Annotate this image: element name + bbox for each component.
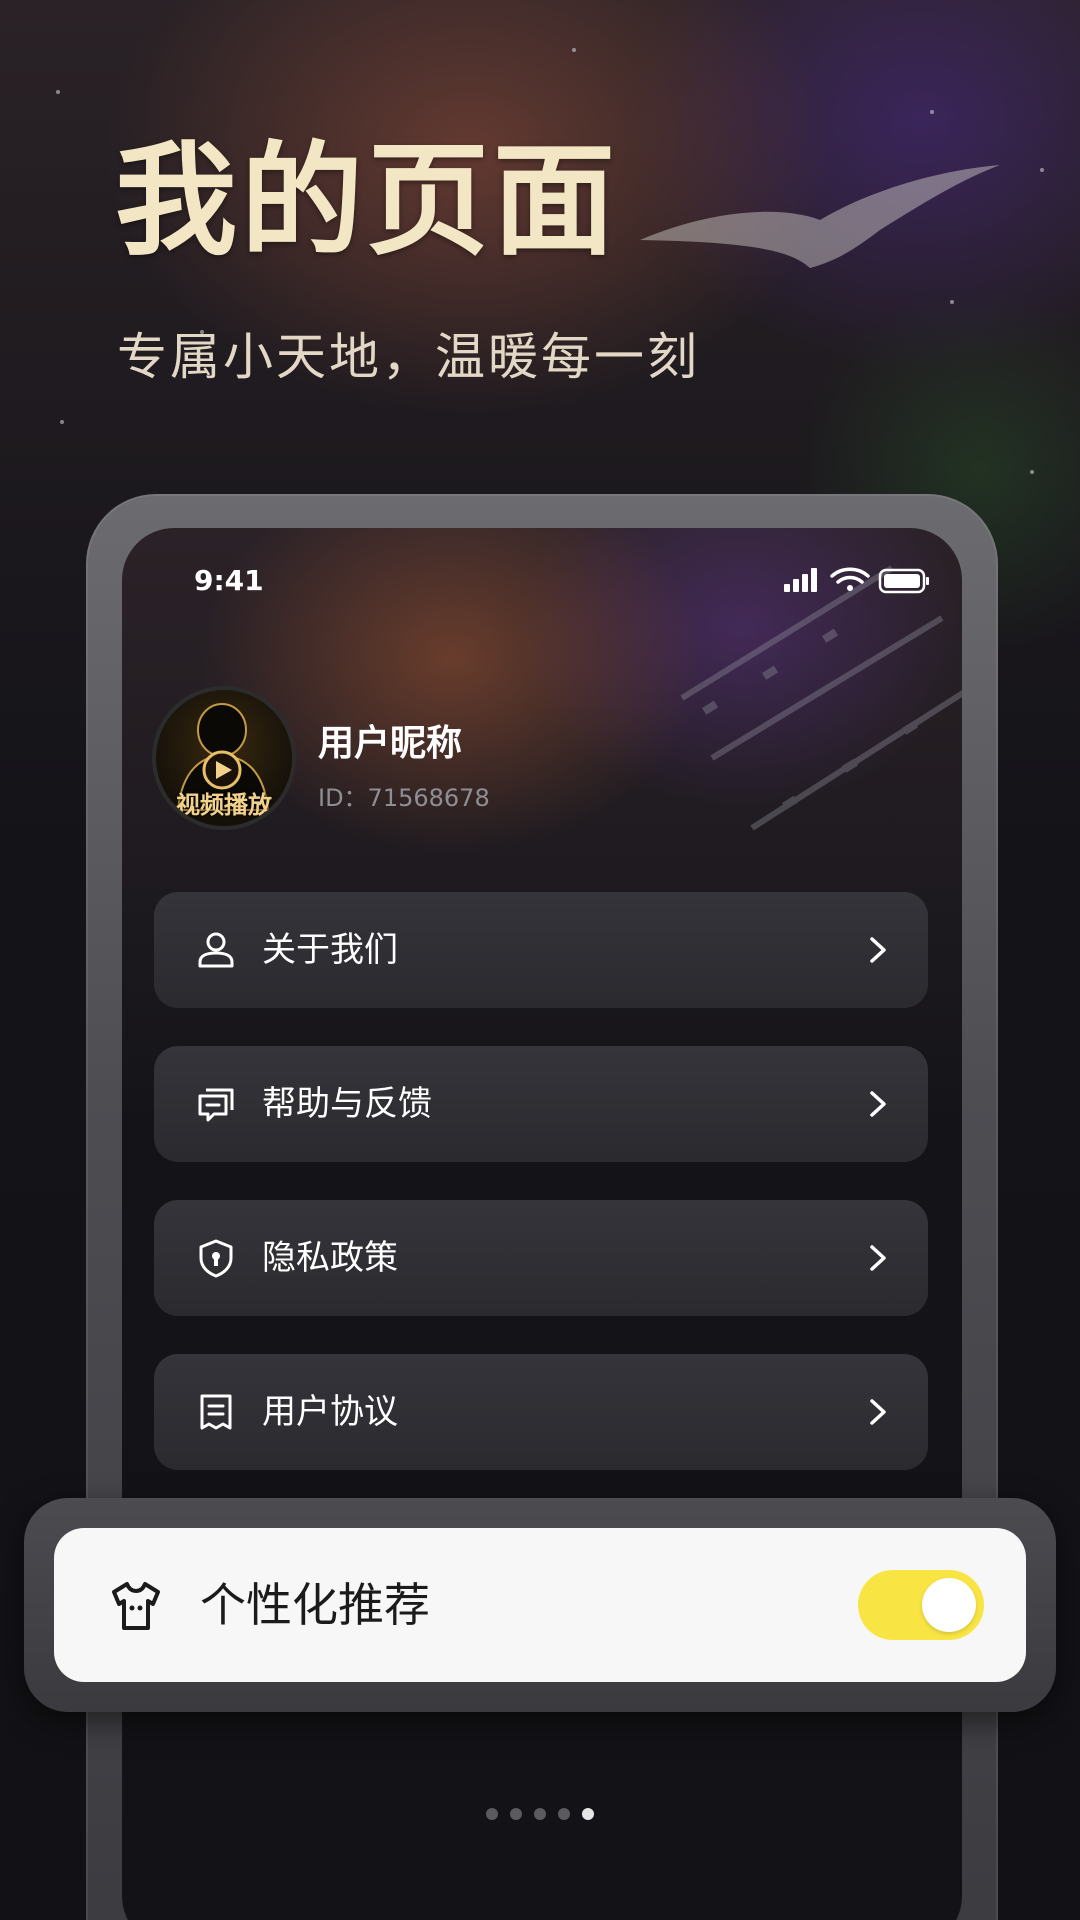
star-decoration <box>950 300 954 304</box>
chevron-right-icon <box>870 1091 886 1117</box>
personalized-recommendation-label: 个性化推荐 <box>200 1578 430 1632</box>
toggle-knob <box>922 1578 976 1632</box>
page-dot[interactable] <box>534 1808 546 1820</box>
page-indicator <box>486 1808 594 1822</box>
bird-decoration <box>640 165 1000 268</box>
wifi-icon <box>830 567 870 584</box>
menu-item-label: 关于我们 <box>262 930 398 970</box>
feedback-icon <box>198 1088 234 1122</box>
avatar-caption: 视频播放 <box>176 791 272 819</box>
menu-item-label: 隐私政策 <box>262 1238 398 1278</box>
shield-icon <box>199 1239 233 1278</box>
user-id: ID：71568678 <box>318 784 490 812</box>
menu-item-help-feedback[interactable]: 帮助与反馈 <box>154 1046 928 1162</box>
page-subtitle: 专属小天地，温暖每一刻 <box>117 328 700 386</box>
menu-item-user-agreement[interactable]: 用户协议 <box>154 1354 928 1470</box>
tshirt-icon <box>112 1582 160 1630</box>
battery-icon <box>878 568 929 594</box>
menu-item-label: 用户协议 <box>262 1392 398 1432</box>
status-bar-icons <box>784 567 929 594</box>
page-dot[interactable] <box>510 1808 522 1820</box>
star-decoration <box>60 420 64 424</box>
star-decoration <box>1040 168 1044 172</box>
person-icon <box>198 932 234 968</box>
star-decoration <box>1030 470 1034 474</box>
page-dot[interactable] <box>558 1808 570 1820</box>
page-dot[interactable] <box>486 1808 498 1820</box>
personalized-recommendation-row: 个性化推荐 <box>54 1528 1026 1682</box>
chevron-right-icon <box>870 937 886 963</box>
menu-item-privacy-policy[interactable]: 隐私政策 <box>154 1200 928 1316</box>
menu-item-label: 帮助与反馈 <box>262 1084 432 1124</box>
document-icon <box>200 1394 232 1430</box>
user-nickname: 用户昵称 <box>318 723 463 764</box>
signal-icon <box>784 568 817 592</box>
avatar[interactable]: 视频播放 <box>152 686 296 830</box>
star-decoration <box>930 110 934 114</box>
star-decoration <box>56 90 60 94</box>
chevron-right-icon <box>870 1399 886 1425</box>
page-dot-active[interactable] <box>582 1808 594 1820</box>
menu-item-about-us[interactable]: 关于我们 <box>154 892 928 1008</box>
onboarding-page: 我的页面 专属小天地，温暖每一刻 9:41 视频播放 用户昵称 ID：71568… <box>0 0 1080 1920</box>
star-decoration <box>572 48 576 52</box>
personalized-recommendation-toggle[interactable] <box>858 1570 984 1640</box>
page-title: 我的页面 <box>115 130 619 272</box>
status-bar-time: 9:41 <box>194 564 264 597</box>
film-strip-decoration <box>680 565 962 831</box>
chevron-right-icon <box>870 1245 886 1271</box>
